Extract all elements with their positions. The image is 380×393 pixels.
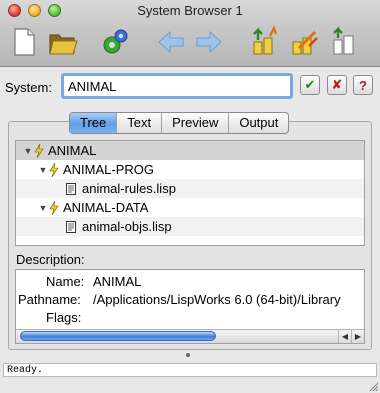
system-input[interactable] xyxy=(61,73,293,99)
open-button[interactable] xyxy=(45,24,81,60)
build-icon xyxy=(333,26,354,55)
tree-item-label: animal-objs.lisp xyxy=(82,219,172,234)
confirm-button[interactable]: ✔ xyxy=(300,75,320,95)
new-button[interactable] xyxy=(6,24,42,60)
lisp-file-icon xyxy=(66,220,76,233)
status-bar: Ready. xyxy=(3,363,377,377)
tree-item-label: ANIMAL-DATA xyxy=(63,200,149,215)
expand-triangle-icon[interactable]: ▼ xyxy=(38,203,48,213)
tab-tree[interactable]: Tree xyxy=(70,113,118,133)
resize-grip-icon[interactable] xyxy=(368,381,378,391)
load-icon xyxy=(292,30,318,55)
system-bolt-icon xyxy=(34,143,44,158)
cancel-button[interactable]: ✘ xyxy=(327,75,347,95)
tree-item-animal[interactable]: ▼ ANIMAL xyxy=(16,141,364,160)
tab-preview[interactable]: Preview xyxy=(162,113,230,133)
tree-item-animal-objs[interactable]: animal-objs.lisp xyxy=(16,217,364,236)
tree-item-label: animal-rules.lisp xyxy=(82,181,176,196)
tree-item-label: ANIMAL-PROG xyxy=(63,162,155,177)
horizontal-scrollbar[interactable]: ◀ ▶ xyxy=(16,329,364,343)
forward-arrow-icon xyxy=(196,30,222,54)
open-folder-icon xyxy=(49,34,78,55)
description-label: Description: xyxy=(16,252,85,267)
forward-button[interactable] xyxy=(191,24,227,60)
description-pane[interactable]: Name: ANIMAL Pathname: /Applications/Lis… xyxy=(15,269,365,344)
cross-icon: ✘ xyxy=(331,77,343,92)
settings-button[interactable] xyxy=(97,24,133,60)
pathname-value: /Applications/LispWorks 6.0 (64-bit)/Lib… xyxy=(93,292,341,307)
tab-text[interactable]: Text xyxy=(117,113,163,133)
window-title: System Browser 1 xyxy=(137,3,243,18)
tab-bar: Tree Text Preview Output xyxy=(69,112,290,134)
scroll-right-icon[interactable]: ▶ xyxy=(351,330,364,343)
checkmark-icon: ✔ xyxy=(304,77,316,92)
system-tree[interactable]: ▼ ANIMAL ▼ ANIMAL-PROG animal-rules.lisp… xyxy=(15,140,365,246)
tree-item-animal-prog[interactable]: ▼ ANIMAL-PROG xyxy=(16,160,364,179)
tree-item-animal-data[interactable]: ▼ ANIMAL-DATA xyxy=(16,198,364,217)
build-button[interactable] xyxy=(326,24,362,60)
scroll-left-icon[interactable]: ◀ xyxy=(338,330,351,343)
tree-item-animal-rules[interactable]: animal-rules.lisp xyxy=(16,179,364,198)
name-key: Name: xyxy=(46,274,85,289)
system-bolt-icon xyxy=(49,200,59,215)
compile-button[interactable] xyxy=(248,24,284,60)
tab-output[interactable]: Output xyxy=(229,113,288,133)
expand-triangle-icon[interactable]: ▼ xyxy=(23,146,33,156)
back-arrow-icon xyxy=(158,30,184,54)
system-label: System: xyxy=(5,80,52,95)
system-browser-window: System Browser 1 System: ANIMAL ✔ ✘ ? Tr… xyxy=(0,0,380,393)
expand-triangle-icon[interactable]: ▼ xyxy=(38,165,48,175)
scrollbar-thumb[interactable] xyxy=(20,331,216,341)
load-button[interactable] xyxy=(287,24,323,60)
system-bolt-icon xyxy=(49,162,59,177)
title-toolbar: System Browser 1 xyxy=(0,0,380,67)
help-button[interactable]: ? xyxy=(353,75,373,95)
tree-item-label: ANIMAL xyxy=(48,143,97,158)
splitter-handle[interactable] xyxy=(186,353,190,357)
gear-settings-icon xyxy=(103,29,128,54)
back-button[interactable] xyxy=(153,24,189,60)
compile-icon xyxy=(253,26,278,55)
new-document-icon xyxy=(14,28,35,56)
help-icon: ? xyxy=(359,77,367,93)
lisp-file-icon xyxy=(66,182,76,195)
pathname-key: Pathname: xyxy=(18,292,81,307)
name-value: ANIMAL xyxy=(93,274,142,289)
flags-key: Flags: xyxy=(46,310,82,325)
